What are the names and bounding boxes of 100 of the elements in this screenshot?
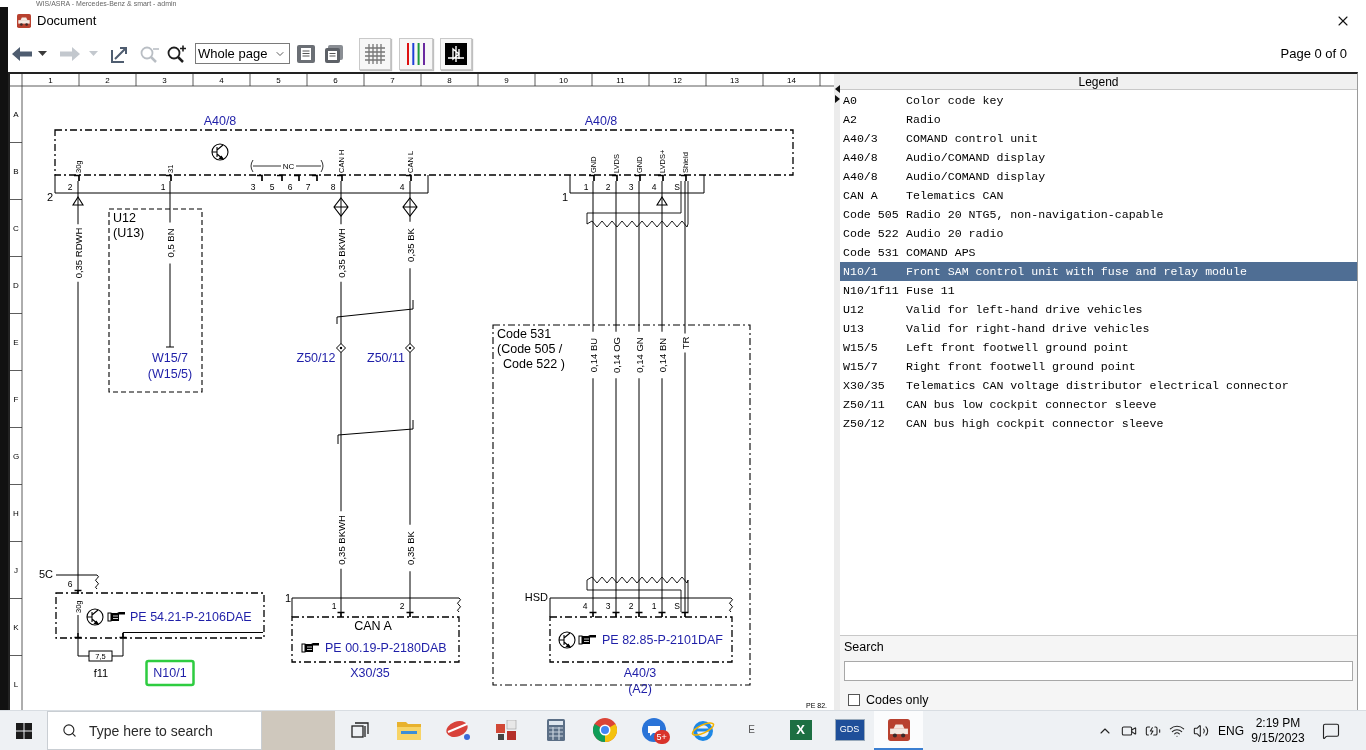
wire-label: 0,35 BKWH: [335, 228, 347, 278]
tiles-icon[interactable]: [495, 719, 518, 740]
text-box-logo[interactable]: GDS: [834, 718, 865, 741]
volume-icon[interactable]: [1193, 722, 1209, 739]
component-label[interactable]: A40/3: [623, 666, 657, 680]
legend-item[interactable]: Z50/12 CAN bus high cockpit connector sleeve: [840, 414, 1357, 433]
legend-item[interactable]: A40/8 Audio/COMAND display: [840, 148, 1357, 167]
right-triangle-icon[interactable]: [834, 95, 840, 103]
line-style-button[interactable]: [399, 37, 433, 70]
app-letter[interactable]: E: [748, 722, 755, 737]
legend-item[interactable]: W15/5 Left front footwell ground point: [840, 338, 1357, 357]
connector-label: 5C: [38, 568, 53, 580]
search-field[interactable]: [844, 661, 1353, 681]
taskbar-app-button[interactable]: [874, 711, 923, 750]
component-label[interactable]: N10/1: [145, 659, 195, 687]
legend-item[interactable]: Code 531 COMAND APS: [840, 243, 1357, 262]
legend-item[interactable]: A40/8 Audio/COMAND display: [840, 167, 1357, 186]
triangle-icon: [72, 195, 84, 206]
legend-item[interactable]: A40/3 COMAND control unit: [840, 129, 1357, 148]
legend-item[interactable]: U13 Valid for right-hand drive vehicles: [840, 319, 1357, 338]
pin-number: 3: [628, 182, 634, 192]
legend-item[interactable]: X30/35 Telematics CAN voltage distributor electrical connector: [840, 376, 1357, 395]
transistor-icon: [558, 631, 576, 649]
taskbar-app-button[interactable]: E: [727, 711, 776, 750]
checkbox[interactable]: [848, 694, 860, 707]
wire-label: 0,35 RDWH: [72, 227, 84, 279]
zoom-out-icon: [139, 44, 159, 63]
ruler-label: 11: [616, 75, 625, 85]
page-icon: [297, 44, 315, 63]
legend-item[interactable]: Code 522 Audio 20 radio: [840, 224, 1357, 243]
triangle-icon: [656, 195, 668, 206]
ruler-label: A: [13, 109, 19, 119]
ruler-label: 7: [390, 75, 395, 85]
legend-item[interactable]: Z50/11 CAN bus low cockpit connector sleeve: [840, 395, 1357, 414]
component-label[interactable]: (A2): [628, 682, 652, 696]
pin-number: 4: [582, 601, 588, 611]
reference-link[interactable]: PE 82.85-P-2101DAF: [602, 633, 723, 647]
pin-number: 1: [160, 182, 166, 192]
grid-button[interactable]: [359, 37, 391, 70]
wire: [77, 614, 79, 634]
component-label[interactable]: Z50/12: [296, 351, 336, 365]
taskbar-app-button[interactable]: GDS: [825, 711, 874, 750]
pointing-hand-icon: [301, 643, 319, 653]
calculator-icon[interactable]: [546, 718, 565, 741]
pin-number: 4: [651, 182, 657, 192]
pin-icon: [611, 611, 621, 618]
folder-icon[interactable]: [396, 719, 421, 740]
component-label[interactable]: W15/7: [151, 351, 189, 365]
taskbar-app-button[interactable]: X: [776, 711, 825, 750]
dish-icon[interactable]: [444, 718, 471, 741]
pin-icon: [405, 174, 412, 182]
symbol-view-button[interactable]: [440, 37, 472, 70]
taskbar-app-button[interactable]: 5+: [629, 711, 678, 750]
pin-number: 3: [250, 182, 256, 192]
component-label[interactable]: A40/8: [584, 114, 618, 128]
pin-number: S: [674, 601, 680, 611]
component-label[interactable]: A40/8: [203, 114, 237, 128]
pin-number: 3: [605, 601, 611, 611]
pointing-hand-icon: [578, 635, 596, 645]
wire-label: 0,35 BK: [404, 531, 416, 565]
ruler-label: D: [13, 280, 19, 290]
ruler-label: J: [14, 565, 18, 575]
clock-time: 2:19 PM: [1255, 715, 1301, 731]
connector-label: 2: [46, 191, 53, 203]
legend-item[interactable]: N10/1f11 Fuse 11: [840, 281, 1357, 300]
connector-label: HSD: [524, 591, 548, 603]
task-view-icon[interactable]: [350, 721, 369, 738]
legend-item[interactable]: Code 505 Radio 20 NTG5, non-navigation-capable: [840, 205, 1357, 224]
legend-item[interactable]: CAN A Telematics CAN: [840, 186, 1357, 205]
diagram-note: (Code 505 /: [497, 342, 563, 356]
pin-icon: [73, 632, 83, 639]
search-label: Search: [844, 639, 884, 655]
pin-number: 2: [628, 601, 634, 611]
left-triangle-icon[interactable]: [834, 85, 840, 93]
legend-item[interactable]: A0 Color code key: [840, 91, 1357, 110]
component-label[interactable]: (W15/5): [147, 367, 193, 381]
wire-label: 0,35 BKWH: [335, 515, 347, 565]
taskbar-search-field[interactable]: Type here to search: [47, 711, 262, 750]
language-indicator[interactable]: ENG: [1218, 721, 1244, 740]
diagram-note: Code 522 ): [503, 357, 565, 371]
ruler-label: 2: [105, 75, 110, 85]
pin-icon: [165, 174, 172, 182]
reference-link[interactable]: PE 00.19-P-2180DAB: [325, 641, 447, 655]
browser-icon[interactable]: [592, 717, 617, 742]
legend-item[interactable]: U12 Valid for left-hand drive vehicles: [840, 300, 1357, 319]
pointing-hand-icon: [107, 612, 125, 622]
crossed-diamond-icon: [333, 197, 349, 217]
zoom-select[interactable]: Whole page: [195, 43, 290, 64]
wire-label: 0,14 BN: [656, 337, 668, 373]
pin-number: 1: [331, 601, 337, 611]
component-label[interactable]: X30/35: [350, 666, 390, 680]
pin-number: 7: [305, 182, 311, 192]
letter-tile-logo[interactable]: X: [789, 719, 812, 740]
legend-item[interactable]: N10/1 Front SAM control unit with fuse and relay module: [840, 262, 1357, 281]
component-label[interactable]: Z50/11: [367, 351, 405, 365]
window-title: Document: [37, 12, 97, 31]
notification-icon[interactable]: [1322, 721, 1340, 740]
legend-item[interactable]: W15/7 Right front footwell ground point: [840, 357, 1357, 376]
reference-link[interactable]: PE 54.21-P-2106DAE: [130, 610, 252, 624]
legend-item[interactable]: A2 Radio: [840, 110, 1357, 129]
